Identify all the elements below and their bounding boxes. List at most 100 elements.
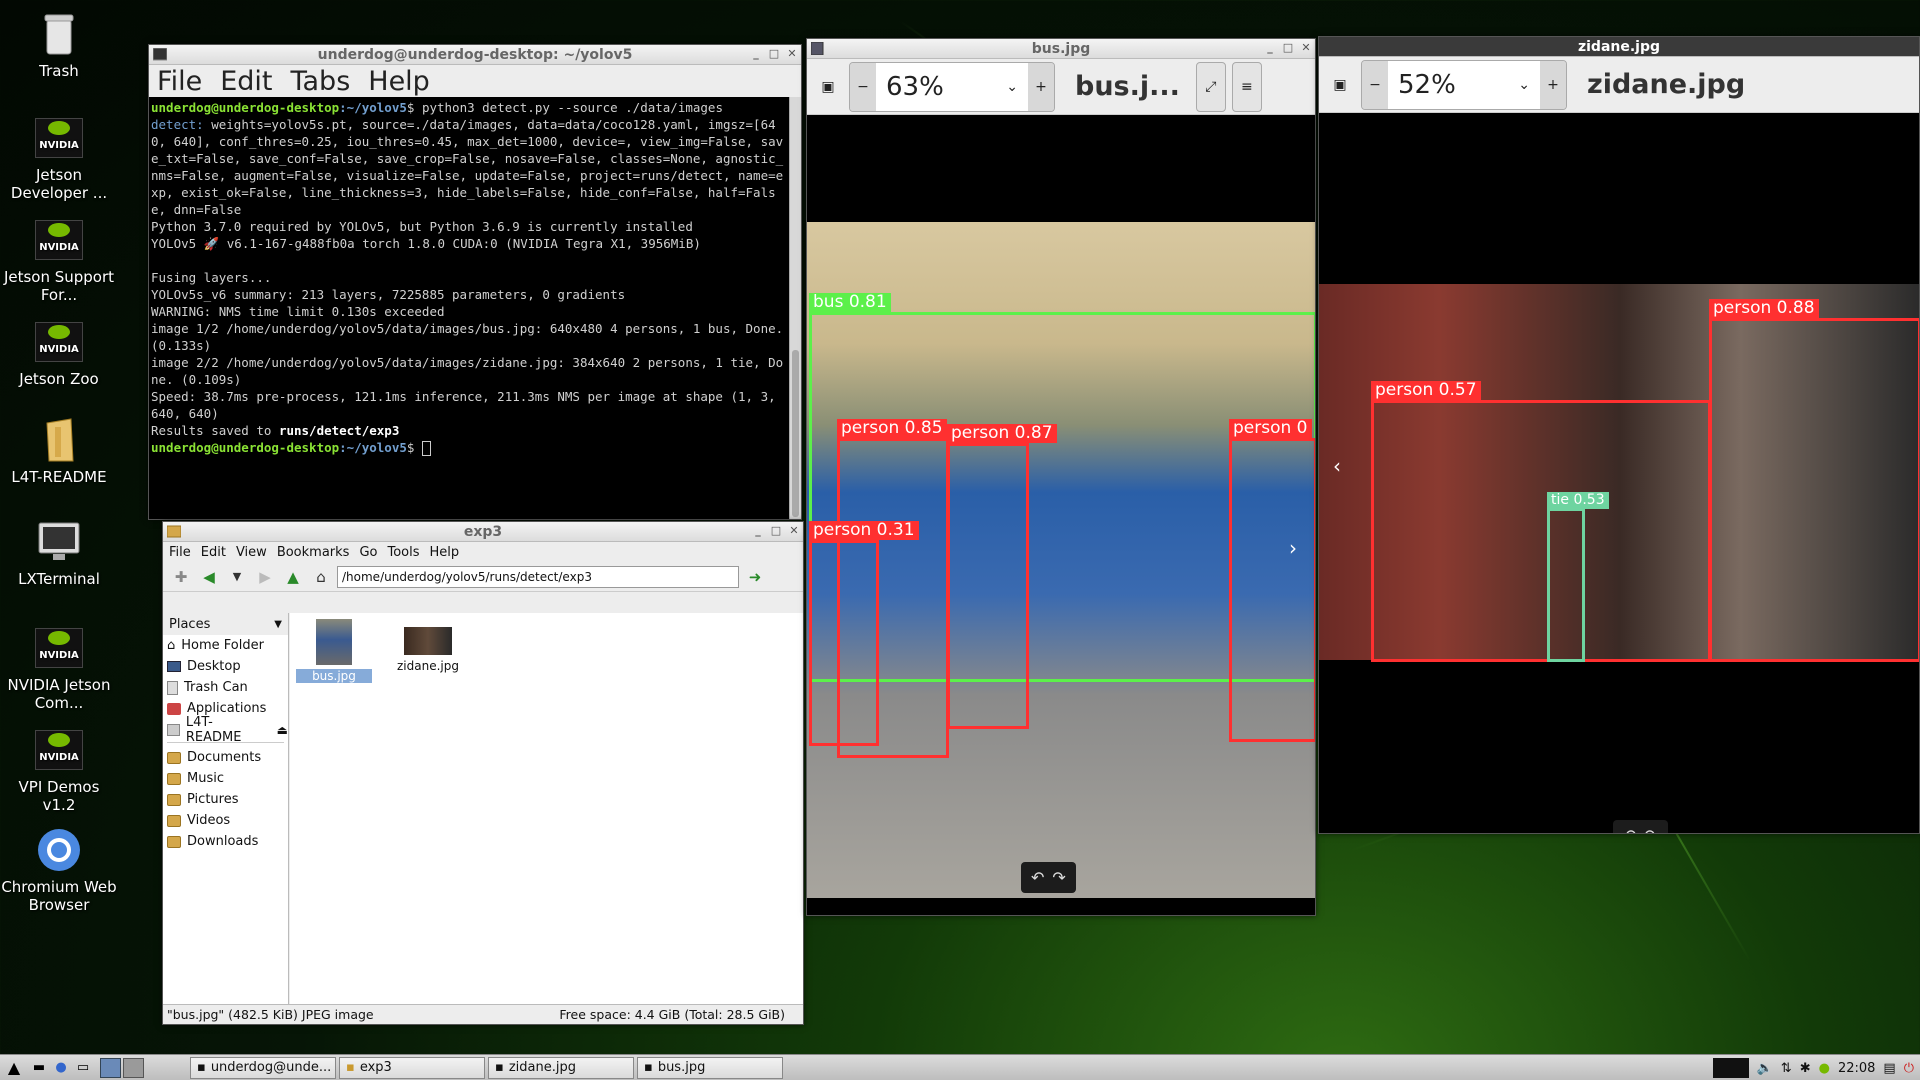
bluetooth-icon[interactable]: ✱ (1800, 1061, 1811, 1076)
file-list[interactable]: bus.jpg zidane.jpg (290, 613, 803, 1004)
minimize-button[interactable]: _ (1263, 41, 1277, 54)
rotate-right-icon[interactable]: ↷ (1644, 826, 1657, 833)
home-button[interactable]: ⌂ (309, 565, 333, 589)
image-canvas[interactable]: person 0.57 person 0.88 tie 0.53 ‹ ↶ ↷ (1319, 114, 1919, 833)
sidebar-item-label: Documents (187, 750, 262, 765)
viewer-titlebar[interactable]: zidane.jpg (1319, 37, 1919, 57)
show-desktop-icon[interactable]: ▬ (28, 1060, 50, 1075)
maximize-button[interactable]: □ (769, 524, 783, 537)
desktop-icon-vpi-demos[interactable]: NVIDIA VPI Demos v1.2 (0, 726, 118, 814)
menu-go[interactable]: Go (359, 545, 377, 560)
menu-edit[interactable]: Edit (220, 66, 272, 97)
network-icon[interactable]: ⇅ (1781, 1061, 1792, 1076)
sidebar-item-trash[interactable]: Trash Can (163, 677, 288, 698)
go-button[interactable]: ➜ (743, 565, 767, 589)
terminal-scrollbar[interactable] (789, 97, 801, 519)
zoom-out-button[interactable]: − (1362, 60, 1388, 109)
zoom-select[interactable]: 63% ⌄ (876, 62, 1028, 111)
file-manager-titlebar[interactable]: exp3 _ □ ✕ (163, 522, 803, 542)
history-dropdown-button[interactable]: ▼ (225, 565, 249, 589)
terminal-titlebar[interactable]: underdog@underdog-desktop: ~/yolov5 _ □ … (149, 45, 801, 65)
menu-help[interactable]: Help (430, 545, 460, 560)
places-header[interactable]: Places ▼ (163, 613, 288, 635)
menu-edit[interactable]: Edit (201, 545, 226, 560)
rotate-left-icon[interactable]: ↶ (1623, 826, 1636, 833)
keyboard-icon[interactable]: ▤ (1883, 1061, 1895, 1076)
menu-button[interactable]: ≡ (1231, 61, 1262, 112)
rotate-right-icon[interactable]: ↷ (1052, 868, 1065, 887)
menu-bookmarks[interactable]: Bookmarks (277, 545, 350, 560)
browser-launcher-icon[interactable]: ● (50, 1060, 72, 1075)
terminal-window[interactable]: underdog@underdog-desktop: ~/yolov5 _ □ … (148, 44, 802, 520)
close-button[interactable]: ✕ (785, 47, 799, 60)
sidebar-item-home[interactable]: ⌂ Home Folder (163, 635, 288, 656)
desktop-icon-trash[interactable]: Trash (0, 10, 118, 80)
sidebar-item-music[interactable]: Music (163, 768, 288, 789)
image-viewer-zidane-window[interactable]: zidane.jpg ▣ − 52% ⌄ + zidane.jpg person … (1318, 36, 1920, 834)
desktop-icon-l4t-readme[interactable]: L4T-README (0, 416, 118, 486)
sidebar-item-videos[interactable]: Videos (163, 810, 288, 831)
close-button[interactable]: ✕ (1299, 41, 1313, 54)
sidebar-item-documents[interactable]: Documents (163, 747, 288, 768)
volume-icon[interactable]: 🔈 (1757, 1061, 1773, 1076)
menu-file[interactable]: File (157, 66, 202, 97)
status-bar: "bus.jpg" (482.5 KiB) JPEG image Free sp… (163, 1004, 803, 1024)
minimize-button[interactable]: _ (749, 47, 763, 60)
desktop-icon-nvidia-jetson-com[interactable]: NVIDIA NVIDIA Jetson Com... (0, 624, 118, 712)
desktop-icon-chromium[interactable]: Chromium Web Browser (0, 826, 118, 914)
viewer-titlebar[interactable]: bus.jpg _ □ ✕ (807, 39, 1315, 59)
image-canvas[interactable]: bus 0.81 person 0.85 person 0.87 person … (807, 116, 1315, 915)
task-exp3[interactable]: ▪ exp3 (339, 1056, 485, 1079)
nvidia-tray-icon[interactable]: ● (1819, 1061, 1830, 1076)
menu-tools[interactable]: Tools (387, 545, 419, 560)
detection-box-tie: tie 0.53 (1547, 492, 1609, 662)
menu-tabs[interactable]: Tabs (290, 66, 350, 97)
gallery-icon[interactable]: ▣ (813, 62, 843, 112)
chevron-down-icon: ⌄ (1006, 78, 1018, 95)
menu-help[interactable]: Help (368, 66, 430, 97)
menu-view[interactable]: View (236, 545, 267, 560)
previous-image-button[interactable]: ‹ (1333, 454, 1341, 478)
file-manager-window[interactable]: exp3 _ □ ✕ File Edit View Bookmarks Go T… (162, 521, 804, 1025)
up-button[interactable]: ▲ (281, 565, 305, 589)
file-item-bus[interactable]: bus.jpg (296, 619, 372, 683)
image-viewer-bus-window[interactable]: bus.jpg _ □ ✕ ▣ − 63% ⌄ + bus.j... ⤢ ≡ bu… (806, 38, 1316, 916)
file-item-zidane[interactable]: zidane.jpg (390, 619, 466, 673)
zoom-in-button[interactable]: + (1028, 62, 1054, 111)
desktop-icon-jetson-developer[interactable]: NVIDIA Jetson Developer ... (0, 114, 118, 202)
menu-file[interactable]: File (169, 545, 191, 560)
sidebar-item-l4t-readme[interactable]: L4T-README ⏏ (163, 715, 288, 745)
task-bus[interactable]: ▪ bus.jpg (637, 1056, 783, 1079)
fullscreen-button[interactable]: ⤢ (1195, 61, 1226, 112)
task-zidane[interactable]: ▪ zidane.jpg (488, 1056, 634, 1079)
menu-launcher-icon[interactable]: ▲ (0, 1058, 28, 1077)
path-input[interactable]: /home/underdog/yolov5/runs/detect/exp3 (337, 565, 739, 588)
close-button[interactable]: ✕ (787, 524, 801, 537)
maximize-button[interactable]: □ (1281, 41, 1295, 54)
back-button[interactable]: ◀ (197, 565, 221, 589)
minimize-button[interactable]: _ (751, 524, 765, 537)
zoom-select[interactable]: 52% ⌄ (1388, 60, 1540, 109)
workspace-switcher[interactable] (100, 1057, 144, 1078)
terminal-output[interactable]: underdog@underdog-desktop:~/yolov5$ pyth… (149, 97, 789, 519)
desktop-icon-lxterminal[interactable]: LXTerminal (0, 518, 118, 588)
clock[interactable]: 22:08 (1838, 1061, 1875, 1076)
maximize-button[interactable]: □ (767, 47, 781, 60)
forward-button[interactable]: ▶ (253, 565, 277, 589)
scrollbar-thumb[interactable] (792, 350, 799, 517)
zoom-in-button[interactable]: + (1540, 60, 1566, 109)
power-icon[interactable]: ⏻ (1904, 1061, 1914, 1076)
desktop-icon-jetson-zoo[interactable]: NVIDIA Jetson Zoo (0, 318, 118, 388)
desktop-icon-jetson-support[interactable]: NVIDIA Jetson Support For... (0, 216, 118, 304)
task-terminal[interactable]: ▪ underdog@unde... (190, 1056, 336, 1079)
sidebar-item-desktop[interactable]: Desktop (163, 656, 288, 677)
zoom-out-button[interactable]: − (850, 62, 876, 111)
sidebar-item-pictures[interactable]: Pictures (163, 789, 288, 810)
sidebar-item-downloads[interactable]: Downloads (163, 831, 288, 852)
next-image-button[interactable]: › (1289, 536, 1297, 560)
eject-icon[interactable]: ⏏ (277, 723, 288, 737)
rotate-left-icon[interactable]: ↶ (1031, 868, 1044, 887)
new-tab-button[interactable]: ✚ (169, 565, 193, 589)
file-manager-launcher-icon[interactable]: ▭ (72, 1060, 94, 1075)
gallery-icon[interactable]: ▣ (1325, 60, 1355, 110)
